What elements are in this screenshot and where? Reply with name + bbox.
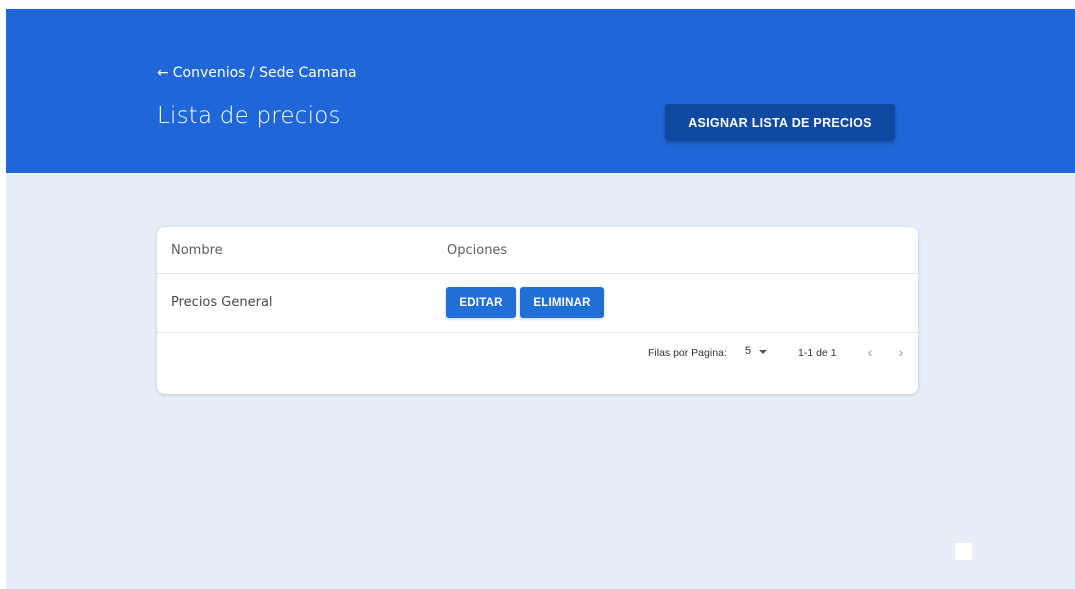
- assign-price-list-button[interactable]: ASIGNAR LISTA DE PRECIOS: [665, 104, 895, 141]
- table-pagination: Filas por Pagina: 5 1-1 de 1 ‹ ›: [157, 333, 918, 394]
- rows-per-page-value: 5: [745, 345, 752, 357]
- rows-per-page-label: Filas por Pagina:: [648, 347, 727, 359]
- caret-down-icon: [759, 350, 768, 354]
- table-header-row: Nombre Opciones: [157, 227, 918, 274]
- pagination-range: 1-1 de 1: [798, 347, 837, 359]
- edit-button[interactable]: EDITAR: [446, 287, 516, 318]
- back-arrow-icon: ←: [157, 65, 169, 81]
- price-list-table: Nombre Opciones Precios General EDITAR E…: [157, 227, 918, 394]
- price-list-name: Precios General: [171, 295, 273, 310]
- page-title: Lista de precios: [157, 103, 341, 129]
- breadcrumb-back-link[interactable]: ← Convenios / Sede Camana: [157, 65, 357, 81]
- page-header: ← Convenios / Sede Camana Lista de preci…: [6, 9, 1075, 173]
- chevron-right-icon[interactable]: ›: [892, 344, 910, 362]
- delete-button[interactable]: ELIMINAR: [520, 287, 604, 318]
- rows-per-page-select[interactable]: 5: [745, 345, 768, 357]
- breadcrumb-text: Convenios / Sede Camana: [172, 65, 357, 81]
- floating-square-widget: [955, 543, 972, 560]
- column-header-options: Opciones: [447, 243, 508, 258]
- chevron-left-icon[interactable]: ‹: [861, 344, 879, 362]
- app-frame: ← Convenios / Sede Camana Lista de preci…: [6, 9, 1075, 589]
- column-header-name: Nombre: [171, 243, 223, 258]
- table-row: Precios General EDITAR ELIMINAR: [157, 274, 918, 333]
